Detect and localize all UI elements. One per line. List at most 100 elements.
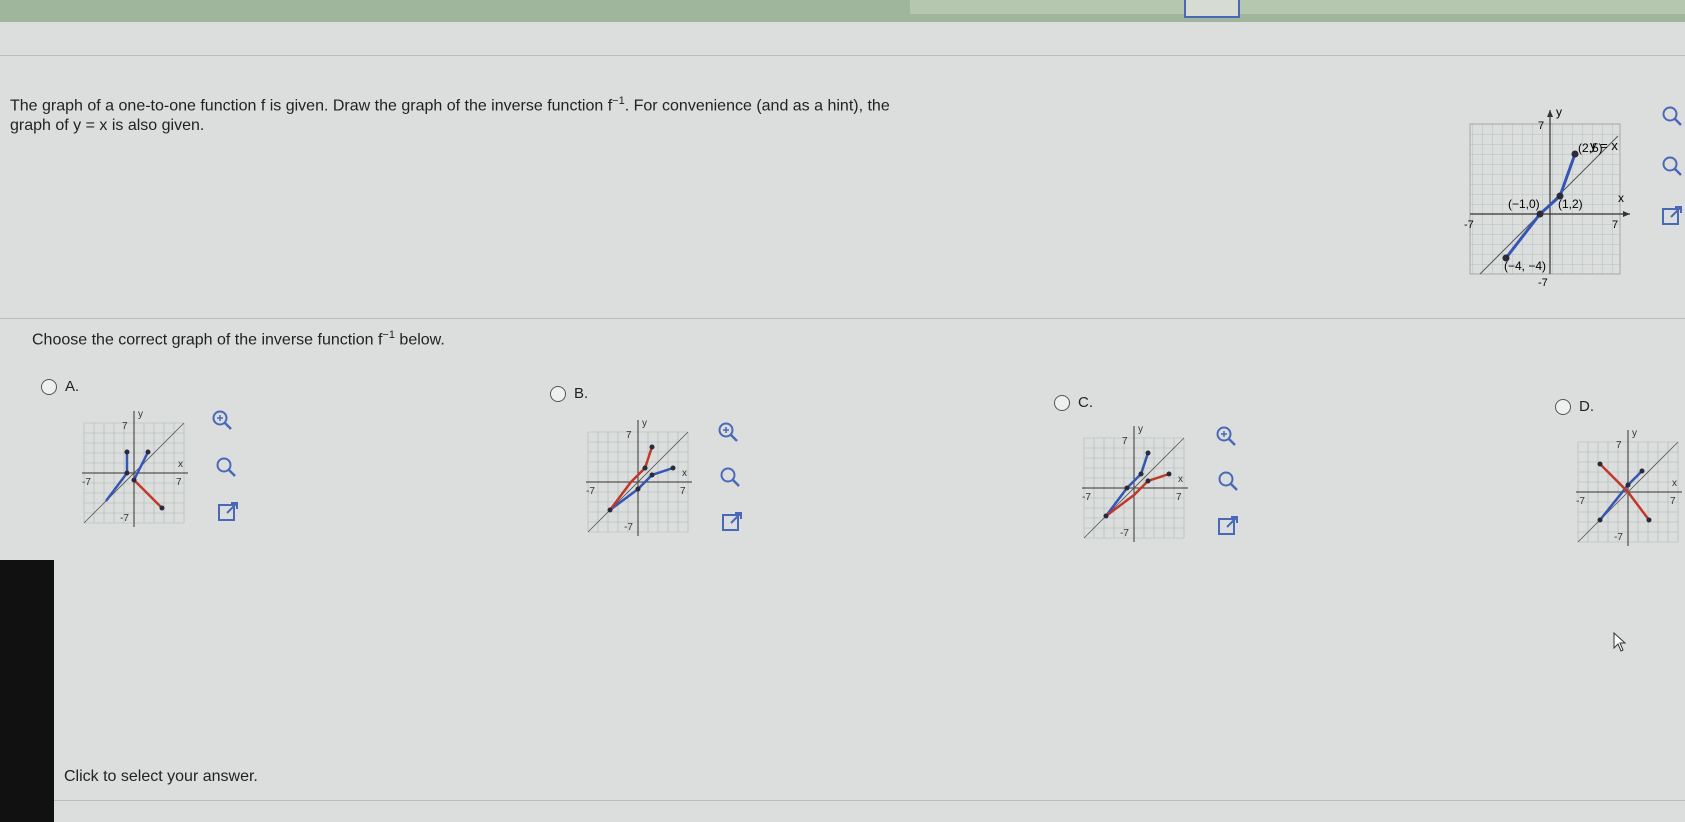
option-d-radio[interactable]: [1555, 398, 1571, 415]
option-c-zoom-out-icon[interactable]: [1216, 469, 1240, 493]
graph-point: [145, 449, 151, 455]
top-tab-marker: [1184, 0, 1240, 18]
question-line1-pre: The graph of a one-to-one function f is …: [10, 97, 613, 115]
graph-point: [635, 486, 641, 492]
graph-point: [1138, 471, 1144, 477]
point-label-neg1-0: (−1,0): [1508, 197, 1540, 211]
y-tick-pos: 7: [1122, 436, 1128, 447]
option-c-popout-icon[interactable]: [1216, 514, 1240, 538]
y-tick-neg: -7: [1614, 532, 1623, 543]
graph-point: [1597, 517, 1603, 523]
graph-point: [131, 477, 137, 483]
browser-top-strip: [0, 0, 1685, 22]
zoom-out-icon[interactable]: [1660, 154, 1684, 178]
option-b-zoom-in-icon[interactable]: [716, 420, 740, 444]
x-tick-pos: 7: [1176, 492, 1182, 503]
blue-graph: [609, 466, 674, 511]
top-band: [910, 0, 1685, 14]
y-tick-pos: 7: [1616, 440, 1622, 451]
footer-instruction: Click to select your answer.: [64, 768, 258, 785]
option-b-zoom-out-icon[interactable]: [718, 465, 742, 489]
graph-point: [1166, 471, 1172, 477]
answer-prompt: Choose the correct graph of the inverse …: [32, 329, 445, 349]
x-axis-label: x: [682, 468, 687, 479]
option-b-radio[interactable]: [550, 385, 566, 402]
option-c[interactable]: C.: [1054, 394, 1093, 411]
graph-point: [1103, 513, 1109, 519]
header-divider: [0, 55, 1685, 56]
option-a-label: A.: [65, 378, 80, 395]
y-axis-label: y: [1138, 424, 1143, 435]
x-axis-label: x: [1618, 191, 1624, 205]
x-axis-label: x: [1178, 474, 1183, 485]
graph-point: [1597, 461, 1603, 467]
question-line2: graph of y = x is also given.: [10, 117, 205, 135]
option-b-label: B.: [574, 385, 589, 402]
option-b-popout-icon[interactable]: [720, 510, 744, 534]
bottom-divider: [54, 800, 1685, 801]
y-tick-neg: -7: [624, 522, 633, 533]
option-a-graph[interactable]: y x 7 -7 7 -7: [80, 405, 190, 530]
x-tick-pos: 7: [1670, 496, 1676, 507]
y-axis-label: y: [1632, 428, 1637, 439]
x-tick-pos: 7: [176, 477, 182, 488]
option-b-graph[interactable]: y x 7 -7 7 -7: [584, 414, 694, 539]
point-neg1-0: [1536, 210, 1544, 218]
graph-point: [649, 472, 655, 478]
inverse-superscript: −1: [612, 95, 625, 107]
x-axis-arrow: [1623, 211, 1630, 217]
graph-point: [1124, 485, 1130, 491]
blue-graph: [1599, 470, 1643, 521]
question-divider: [0, 318, 1685, 319]
y-tick-neg: -7: [1538, 277, 1548, 289]
x-tick-neg: -7: [1082, 492, 1091, 503]
y-tick-neg: -7: [120, 513, 129, 524]
screen-bezel: [0, 560, 54, 822]
option-d[interactable]: D.: [1555, 398, 1594, 415]
y-tick-pos: 7: [626, 430, 632, 441]
option-d-label: D.: [1579, 398, 1594, 415]
x-tick-neg: -7: [1576, 496, 1585, 507]
graph-point: [642, 465, 648, 471]
x-axis-label: x: [1672, 478, 1677, 489]
popout-icon[interactable]: [1660, 204, 1684, 228]
given-graph: y x 7 -7 7 -7 y = x (2,5) (−1,0) (1,2) (…: [1464, 105, 1630, 289]
point-label-neg4-neg4: (−4, −4): [1504, 259, 1546, 273]
prompt-superscript: −1: [382, 329, 395, 341]
option-a[interactable]: A.: [41, 378, 79, 395]
graph-point: [649, 444, 655, 450]
graph-point: [607, 507, 613, 513]
graph-point: [1145, 478, 1151, 484]
y-axis-label: y: [1556, 105, 1562, 119]
option-c-graph[interactable]: y x 7 -7 7 -7: [1080, 420, 1190, 545]
graph-point: [159, 505, 165, 511]
graph-point: [124, 449, 130, 455]
option-c-label: C.: [1078, 394, 1093, 411]
graph-point: [670, 465, 676, 471]
x-tick-pos: 7: [1612, 219, 1618, 231]
option-d-graph[interactable]: y x 7 -7 7 -7: [1574, 424, 1684, 549]
prompt-post: below.: [394, 331, 445, 349]
y-axis-arrow: [1547, 110, 1553, 117]
y-tick-pos: 7: [1538, 120, 1544, 132]
option-a-popout-icon[interactable]: [216, 500, 240, 524]
option-c-radio[interactable]: [1054, 394, 1070, 411]
graph-point: [1639, 468, 1645, 474]
x-tick-neg: -7: [82, 477, 91, 488]
mouse-cursor-icon: [1613, 632, 1627, 652]
option-b[interactable]: B.: [550, 385, 588, 402]
red-graph: [133, 479, 163, 509]
blue-graph: [1105, 452, 1150, 517]
zoom-in-icon[interactable]: [1660, 104, 1684, 128]
graph-point: [1145, 450, 1151, 456]
red-graph: [609, 446, 654, 511]
option-a-radio[interactable]: [41, 378, 57, 395]
graph-point: [124, 470, 130, 476]
x-axis-label: x: [178, 459, 183, 470]
option-c-zoom-in-icon[interactable]: [1214, 424, 1238, 448]
option-a-zoom-out-icon[interactable]: [214, 455, 238, 479]
point-label-2-5: (2,5): [1578, 141, 1603, 155]
option-a-zoom-in-icon[interactable]: [210, 408, 234, 432]
prompt-pre: Choose the correct graph of the inverse …: [32, 331, 383, 349]
point-label-1-2: (1,2): [1558, 197, 1583, 211]
